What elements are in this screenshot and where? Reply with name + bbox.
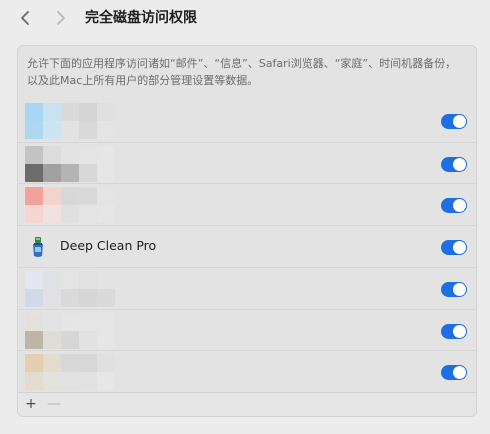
blurred-pixel — [25, 163, 43, 182]
access-toggle[interactable] — [441, 240, 467, 256]
blurred-pixel — [43, 205, 61, 224]
blurred-pixel — [97, 103, 115, 121]
app-row — [18, 141, 476, 184]
description-text: 允许下面的应用程序访问诸如“邮件”、“信息”、Safari浏览器、“家庭”、时间… — [27, 57, 457, 87]
blurred-pixel — [25, 187, 43, 206]
list-toolbar: + — — [18, 392, 476, 416]
blurred-pixel — [43, 354, 61, 373]
blurred-pixel — [61, 312, 79, 331]
toggle-knob — [453, 157, 466, 171]
forward-button[interactable] — [51, 7, 71, 29]
toggle-knob — [453, 241, 466, 255]
blurred-pixel — [25, 270, 43, 289]
blurred-pixel — [79, 288, 97, 307]
blurred-pixel — [97, 145, 115, 164]
blurred-pixel — [79, 121, 97, 139]
blurred-pixel — [79, 145, 97, 164]
blurred-pixel — [61, 354, 79, 373]
access-toggle[interactable] — [441, 198, 467, 214]
blurred-pixel — [43, 145, 61, 164]
blurred-pixel — [97, 330, 115, 349]
broom-app-icon — [28, 236, 48, 258]
blurred-pixel — [25, 288, 43, 307]
blurred-pixel — [97, 187, 115, 206]
blurred-pixel — [97, 312, 115, 331]
blurred-pixel — [25, 312, 43, 331]
blurred-pixel — [25, 145, 43, 164]
blurred-pixel — [25, 330, 43, 349]
blurred-pixel — [43, 121, 61, 139]
blurred-pixel — [43, 163, 61, 182]
access-toggle[interactable] — [441, 114, 467, 129]
blurred-pixel — [61, 288, 79, 307]
blurred-pixel — [25, 205, 43, 224]
blurred-pixel — [97, 354, 115, 373]
app-row — [18, 183, 476, 225]
blurred-pixel — [79, 354, 97, 373]
page-title: 完全磁盘访问权限 — [85, 10, 197, 26]
blurred-pixel — [97, 121, 115, 139]
remove-app-button[interactable]: — — [45, 395, 63, 413]
full-disk-access-panel: 允许下面的应用程序访问诸如“邮件”、“信息”、Safari浏览器、“家庭”、时间… — [17, 45, 477, 417]
chevron-left-icon — [21, 11, 29, 25]
blurred-pixel — [61, 103, 79, 121]
blurred-pixel — [97, 270, 115, 289]
blurred-pixel — [61, 270, 79, 289]
chevron-right-icon — [57, 11, 65, 25]
blurred-pixel — [61, 145, 79, 164]
blurred-pixel — [61, 205, 79, 224]
blurred-pixel — [43, 330, 61, 349]
blurred-pixel — [97, 163, 115, 182]
app-row — [18, 266, 476, 309]
blurred-pixel — [25, 372, 43, 391]
blurred-pixel — [61, 121, 79, 139]
blurred-pixel — [79, 187, 97, 206]
blurred-pixel — [61, 187, 79, 206]
app-row — [18, 100, 476, 141]
back-button[interactable] — [15, 7, 35, 29]
settings-window: 完全磁盘访问权限 允许下面的应用程序访问诸如“邮件”、“信息”、Safari浏览… — [0, 0, 490, 434]
blurred-pixel — [61, 330, 79, 349]
blurred-pixel — [79, 163, 97, 182]
blurred-pixel — [79, 205, 97, 224]
blurred-pixel — [43, 270, 61, 289]
app-row — [18, 308, 476, 351]
access-toggle[interactable] — [441, 323, 467, 339]
toggle-knob — [453, 366, 466, 380]
app-name: Deep Clean Pro — [60, 238, 157, 254]
blurred-pixel — [97, 372, 115, 391]
blurred-pixel — [97, 288, 115, 307]
blurred-pixel — [43, 103, 61, 121]
access-toggle[interactable] — [441, 156, 467, 172]
toggle-knob — [453, 115, 466, 128]
blurred-pixel — [25, 103, 43, 121]
blurred-pixel — [79, 103, 97, 121]
blurred-pixel — [43, 288, 61, 307]
blurred-pixel — [25, 354, 43, 373]
blurred-pixel — [79, 372, 97, 391]
blurred-pixel — [43, 187, 61, 206]
access-toggle[interactable] — [441, 281, 467, 297]
blurred-pixel — [79, 270, 97, 289]
blurred-pixel — [61, 163, 79, 182]
toggle-knob — [453, 282, 466, 296]
app-row: Deep Clean Pro — [18, 225, 476, 267]
access-toggle[interactable] — [441, 365, 467, 381]
blurred-pixel — [61, 372, 79, 391]
add-app-button[interactable]: + — [22, 395, 40, 413]
blurred-pixel — [25, 121, 43, 139]
blurred-pixel — [97, 205, 115, 224]
blurred-pixel — [79, 312, 97, 331]
toggle-knob — [453, 324, 466, 338]
blurred-pixel — [43, 312, 61, 331]
blurred-pixel — [43, 372, 61, 391]
toggle-knob — [453, 199, 466, 213]
toolbar: 完全磁盘访问权限 — [0, 0, 490, 38]
app-list: Deep Clean Pro — [18, 100, 476, 392]
app-row — [18, 350, 476, 392]
blurred-pixel — [79, 330, 97, 349]
